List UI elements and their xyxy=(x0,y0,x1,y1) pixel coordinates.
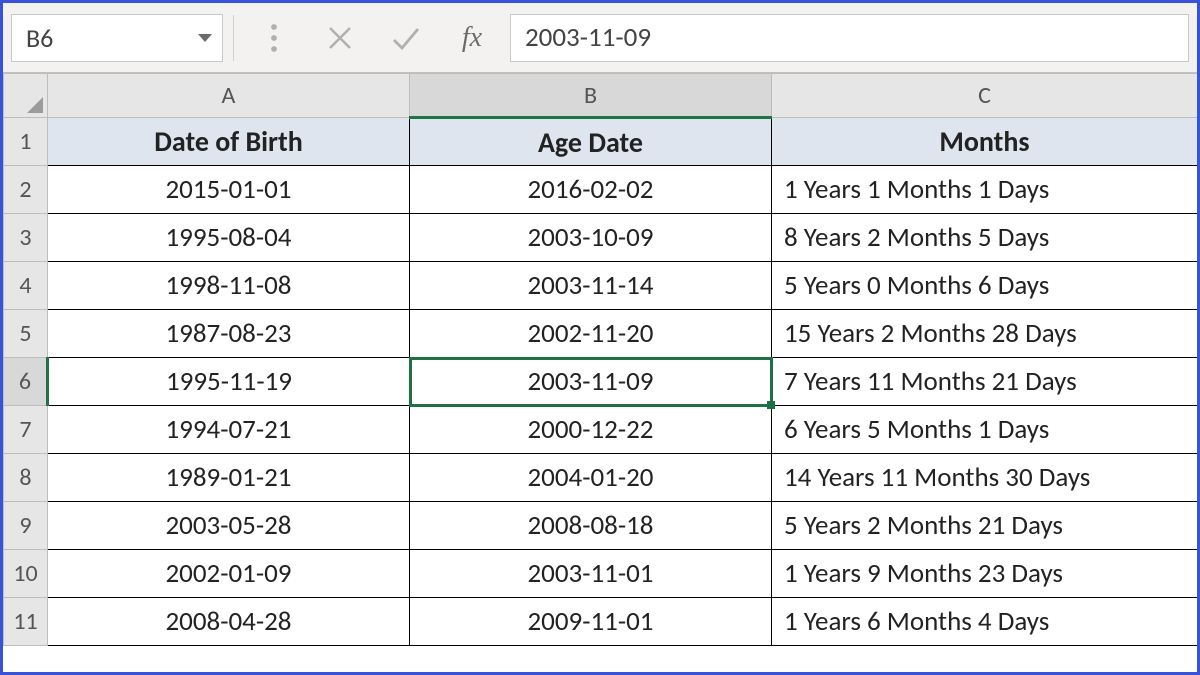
table-row: 10 2002-01-09 2003-11-01 1 Years 9 Month… xyxy=(4,550,1198,598)
table-row: 9 2003-05-28 2008-08-18 5 Years 2 Months… xyxy=(4,502,1198,550)
table-row: 7 1994-07-21 2000-12-22 6 Years 5 Months… xyxy=(4,406,1198,454)
cell-C2[interactable]: 1 Years 1 Months 1 Days xyxy=(772,166,1198,214)
formula-buttons: fx xyxy=(244,14,502,62)
select-all-button[interactable] xyxy=(4,74,48,118)
table-row: 2 2015-01-01 2016-02-02 1 Years 1 Months… xyxy=(4,166,1198,214)
row-header[interactable]: 10 xyxy=(4,550,48,598)
cell-A3[interactable]: 1995-08-04 xyxy=(48,214,410,262)
cell-B1[interactable]: Age Date xyxy=(410,118,772,166)
cell-A6[interactable]: 1995-11-19 xyxy=(48,358,410,406)
cell-C9[interactable]: 5 Years 2 Months 21 Days xyxy=(772,502,1198,550)
chevron-down-icon[interactable] xyxy=(198,34,212,42)
column-header-row: A B C xyxy=(4,74,1198,118)
table-row: 8 1989-01-21 2004-01-20 14 Years 11 Mont… xyxy=(4,454,1198,502)
cell-B5[interactable]: 2002-11-20 xyxy=(410,310,772,358)
table-row: 6 1995-11-19 2003-11-09 7 Years 11 Month… xyxy=(4,358,1198,406)
cell-C1[interactable]: Months xyxy=(772,118,1198,166)
row-header[interactable]: 6 xyxy=(4,358,48,406)
cell-C8[interactable]: 14 Years 11 Months 30 Days xyxy=(772,454,1198,502)
col-header-C[interactable]: C xyxy=(772,74,1198,118)
name-box-value: B6 xyxy=(26,22,53,54)
cell-B11[interactable]: 2009-11-01 xyxy=(410,598,772,646)
col-header-A[interactable]: A xyxy=(48,74,410,118)
cell-B8[interactable]: 2004-01-20 xyxy=(410,454,772,502)
cell-B3[interactable]: 2003-10-09 xyxy=(410,214,772,262)
divider xyxy=(233,15,234,61)
cell-A2[interactable]: 2015-01-01 xyxy=(48,166,410,214)
cell-C3[interactable]: 8 Years 2 Months 5 Days xyxy=(772,214,1198,262)
cell-A4[interactable]: 1998-11-08 xyxy=(48,262,410,310)
col-header-B[interactable]: B xyxy=(410,74,772,118)
cell-B2[interactable]: 2016-02-02 xyxy=(410,166,772,214)
row-header[interactable]: 1 xyxy=(4,118,48,166)
row-header[interactable]: 7 xyxy=(4,406,48,454)
cell-B4[interactable]: 2003-11-14 xyxy=(410,262,772,310)
cell-C5[interactable]: 15 Years 2 Months 28 Days xyxy=(772,310,1198,358)
row-header[interactable]: 11 xyxy=(4,598,48,646)
cell-B7[interactable]: 2000-12-22 xyxy=(410,406,772,454)
cell-B6[interactable]: 2003-11-09 xyxy=(410,358,772,406)
name-box[interactable]: B6 xyxy=(11,14,223,62)
cell-C6[interactable]: 7 Years 11 Months 21 Days xyxy=(772,358,1198,406)
cell-A7[interactable]: 1994-07-21 xyxy=(48,406,410,454)
table-row: 5 1987-08-23 2002-11-20 15 Years 2 Month… xyxy=(4,310,1198,358)
insert-function-button[interactable]: fx xyxy=(452,18,492,58)
cell-A8[interactable]: 1989-01-21 xyxy=(48,454,410,502)
row-header[interactable]: 8 xyxy=(4,454,48,502)
cell-A10[interactable]: 2002-01-09 xyxy=(48,550,410,598)
fx-label: fx xyxy=(462,22,482,54)
cell-A9[interactable]: 2003-05-28 xyxy=(48,502,410,550)
table-row: 11 2008-04-28 2009-11-01 1 Years 6 Month… xyxy=(4,598,1198,646)
row-header[interactable]: 3 xyxy=(4,214,48,262)
cell-C10[interactable]: 1 Years 9 Months 23 Days xyxy=(772,550,1198,598)
formula-bar: B6 fx 2003-11-09 xyxy=(3,3,1197,73)
table-row: 3 1995-08-04 2003-10-09 8 Years 2 Months… xyxy=(4,214,1198,262)
cell-C7[interactable]: 6 Years 5 Months 1 Days xyxy=(772,406,1198,454)
cell-A11[interactable]: 2008-04-28 xyxy=(48,598,410,646)
cancel-icon[interactable] xyxy=(320,18,360,58)
row-header[interactable]: 9 xyxy=(4,502,48,550)
row-header[interactable]: 2 xyxy=(4,166,48,214)
cell-C11[interactable]: 1 Years 6 Months 4 Days xyxy=(772,598,1198,646)
enter-icon[interactable] xyxy=(386,18,426,58)
spreadsheet-grid[interactable]: A B C 1 Date of Birth Age Date Months 2 … xyxy=(3,73,1197,672)
formula-input[interactable]: 2003-11-09 xyxy=(510,14,1189,62)
cell-B9[interactable]: 2008-08-18 xyxy=(410,502,772,550)
row-header[interactable]: 4 xyxy=(4,262,48,310)
cell-B10[interactable]: 2003-11-01 xyxy=(410,550,772,598)
table-header-row: 1 Date of Birth Age Date Months xyxy=(4,118,1198,166)
formula-value: 2003-11-09 xyxy=(525,21,651,54)
table-row: 4 1998-11-08 2003-11-14 5 Years 0 Months… xyxy=(4,262,1198,310)
cell-C4[interactable]: 5 Years 0 Months 6 Days xyxy=(772,262,1198,310)
cell-A5[interactable]: 1987-08-23 xyxy=(48,310,410,358)
cell-A1[interactable]: Date of Birth xyxy=(48,118,410,166)
more-icon[interactable] xyxy=(254,18,294,58)
row-header[interactable]: 5 xyxy=(4,310,48,358)
app-window: B6 fx 2003-11-09 xyxy=(0,0,1200,675)
